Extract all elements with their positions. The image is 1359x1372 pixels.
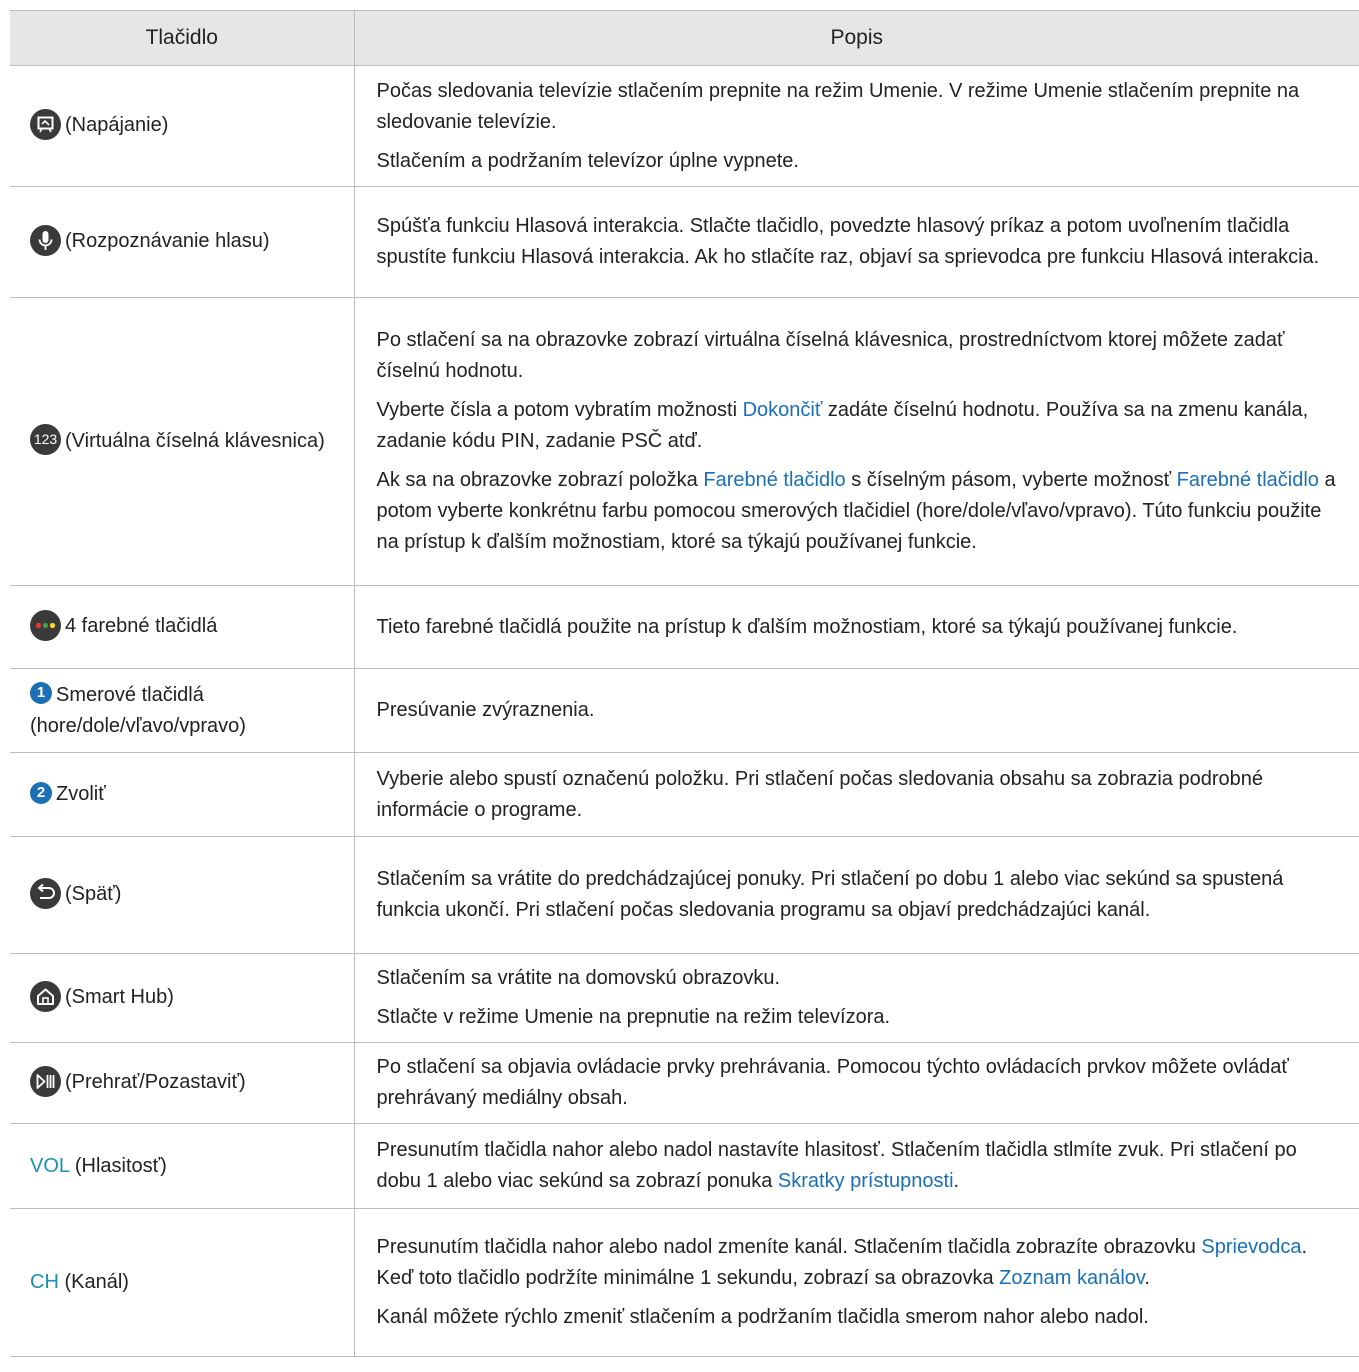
color-dots-icon: [30, 609, 61, 641]
button-label: (Smart Hub): [65, 986, 174, 1009]
button-cell: 123 (Virtuálna číselná klávesnica): [10, 297, 354, 586]
description-text: Po stlačení sa na obrazovke zobrazí virt…: [376, 329, 1285, 382]
button-label: (Rozpoznávanie hlasu): [65, 230, 270, 253]
button-cell: 1 Smerové tlačidlá (hore/dole/vľavo/vprav…: [10, 668, 354, 753]
power-art-icon: [30, 108, 61, 140]
description-text: Počas sledovania televízie stlačením pre…: [376, 79, 1300, 133]
home-icon: [30, 980, 61, 1012]
table-row: (Rozpoznávanie hlasu) Spúšťa funkciu Hla…: [10, 186, 1359, 298]
button-label: (Virtuálna číselná klávesnica): [65, 429, 325, 452]
description-text: Presúvanie zvýraznenia.: [376, 699, 595, 721]
link-zoznam-kanalov[interactable]: Zoznam kanálov: [999, 1267, 1144, 1289]
table-header-row: Tlačidlo Popis: [10, 10, 1359, 66]
link-sprievodca[interactable]: Sprievodca: [1201, 1236, 1301, 1258]
link-farebne-tlacidlo[interactable]: Farebné tlačidlo: [703, 469, 845, 491]
button-cell: 4 farebné tlačidlá: [10, 585, 354, 669]
number-badge: 2: [30, 781, 52, 804]
back-arrow-icon: [30, 877, 61, 909]
description-text: Spúšťa funkciu Hlasová interakcia. Stlač…: [376, 215, 1320, 268]
description-cell: Počas sledovania televízie stlačením pre…: [353, 65, 1359, 187]
table-row: 1 Smerové tlačidlá (hore/dole/vľavo/vprav…: [10, 668, 1359, 753]
vol-keyword: VOL: [30, 1154, 70, 1177]
description-text: Ak sa na obrazovke zobrazí položka Fareb…: [376, 469, 1336, 553]
description-cell: Spúšťa funkciu Hlasová interakcia. Stlač…: [353, 186, 1359, 298]
description-cell: Tieto farebné tlačidlá použite na prístu…: [353, 585, 1359, 669]
link-skratky-pristupnosti[interactable]: Skratky prístupnosti: [778, 1170, 954, 1192]
description-text: Vyberte čísla a potom vybratím možnosti …: [376, 399, 1309, 452]
number-badge: 1: [30, 682, 52, 705]
description-text: Vyberie alebo spustí označenú položku. P…: [376, 767, 1264, 821]
link-farebne-tlacidlo[interactable]: Farebné tlačidlo: [1177, 469, 1319, 491]
button-label: 4 farebné tlačidlá: [65, 615, 218, 638]
table-row: 2 Zvoliť Vyberie alebo spustí označenú po…: [10, 752, 1359, 837]
table-row: VOL (Hlasitosť) Presunutím tlačidla naho…: [10, 1123, 1359, 1209]
link-dokoncit[interactable]: Dokončiť: [743, 399, 823, 421]
table-row: (Späť) Stlačením sa vrátite do predchádz…: [10, 836, 1359, 954]
table-row: 123 (Virtuálna číselná klávesnica) Po st…: [10, 297, 1359, 586]
button-cell: (Smart Hub): [10, 953, 354, 1043]
button-cell: VOL (Hlasitosť): [10, 1123, 354, 1209]
button-label: (Prehrať/Pozastaviť): [65, 1071, 246, 1094]
description-cell: Stlačením sa vrátite na domovskú obrazov…: [353, 953, 1359, 1043]
button-cell: (Späť): [10, 836, 354, 954]
button-cell: 2 Zvoliť: [10, 752, 354, 837]
table-row: 4 farebné tlačidlá Tieto farebné tlačidl…: [10, 585, 1359, 669]
description-text: Po stlačení sa objavia ovládacie prvky p…: [376, 1056, 1289, 1109]
table-row: (Napájanie) Počas sledovania televízie s…: [10, 65, 1359, 187]
description-cell: Presunutím tlačidla nahor alebo nadol zm…: [353, 1208, 1359, 1357]
button-label: (Hlasitosť): [74, 1154, 167, 1177]
description-text: Stlačte v režime Umenie na prepnutie na …: [376, 1006, 891, 1028]
button-cell: CH (Kanál): [10, 1208, 354, 1357]
microphone-icon: [30, 224, 61, 256]
button-label: (Späť): [65, 883, 122, 906]
description-text: Kanál môžete rýchlo zmeniť stlačením a p…: [376, 1306, 1149, 1328]
description-text: Presunutím tlačidla nahor alebo nadol na…: [376, 1139, 1297, 1192]
description-text: Tieto farebné tlačidlá použite na prístu…: [376, 615, 1238, 638]
table-row: (Prehrať/Pozastaviť) Po stlačení sa obja…: [10, 1042, 1359, 1124]
number-pad-icon: 123: [30, 424, 61, 456]
description-text: Stlačením sa vrátite do predchádzajúcej …: [376, 868, 1284, 921]
description-cell: Po stlačení sa objavia ovládacie prvky p…: [353, 1042, 1359, 1124]
table-row: (Smart Hub) Stlačením sa vrátite na domo…: [10, 953, 1359, 1043]
header-description: Popis: [353, 10, 1359, 66]
button-label: (Napájanie): [65, 114, 169, 137]
button-cell: (Rozpoznávanie hlasu): [10, 186, 354, 298]
description-text: Stlačením a podržaním televízor úplne vy…: [376, 149, 799, 172]
button-cell: (Prehrať/Pozastaviť): [10, 1042, 354, 1124]
remote-buttons-table: Tlačidlo Popis (Napájanie) Počas sledova…: [10, 10, 1359, 1357]
description-text: Stlačením sa vrátite na domovskú obrazov…: [376, 967, 781, 989]
play-pause-icon: [30, 1065, 61, 1097]
description-cell: Po stlačení sa na obrazovke zobrazí virt…: [353, 297, 1359, 586]
button-label: Zvoliť: [56, 783, 106, 805]
description-cell: Presúvanie zvýraznenia.: [353, 668, 1359, 753]
button-label: (Kanál): [64, 1271, 129, 1293]
description-cell: Stlačením sa vrátite do predchádzajúcej …: [353, 836, 1359, 954]
description-cell: Vyberie alebo spustí označenú položku. P…: [353, 752, 1359, 837]
table-row: CH (Kanál) Presunutím tlačidla nahor ale…: [10, 1208, 1359, 1357]
description-cell: Presunutím tlačidla nahor alebo nadol na…: [353, 1123, 1359, 1209]
header-button: Tlačidlo: [10, 10, 354, 66]
button-label: Smerové tlačidlá (hore/dole/vľavo/vpravo…: [30, 683, 246, 737]
description-text: Presunutím tlačidla nahor alebo nadol zm…: [376, 1236, 1308, 1289]
button-cell: (Napájanie): [10, 65, 354, 187]
ch-keyword: CH: [30, 1271, 59, 1293]
